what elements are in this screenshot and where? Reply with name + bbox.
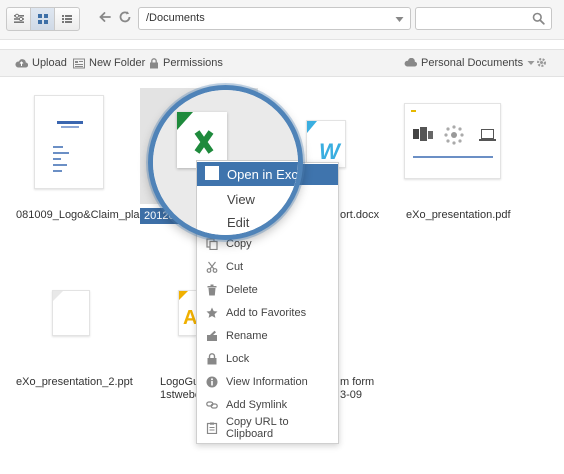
search-field[interactable] bbox=[415, 7, 552, 30]
menu-item-label: Add to Favorites bbox=[226, 306, 307, 319]
magnified-menu-label: Open in Excel bbox=[227, 167, 303, 182]
menu-item-label: Lock bbox=[226, 352, 250, 365]
magnified-menu-label: Edit bbox=[227, 215, 250, 230]
magnified-menu-label: View bbox=[227, 192, 255, 207]
new-folder-label: New Folder bbox=[89, 57, 146, 69]
file-thumbnail[interactable] bbox=[34, 95, 104, 189]
view-mode-switcher bbox=[6, 7, 80, 31]
menu-item-label: Cut bbox=[226, 260, 244, 273]
file-name-line2: 3-09 bbox=[340, 389, 363, 401]
magnifier-lens: Open in Excel View Edit bbox=[148, 85, 303, 240]
menu-item-label: Rename bbox=[226, 329, 268, 342]
clipboard-icon bbox=[206, 422, 218, 434]
file-name[interactable]: eXo_presentation_2.ppt bbox=[16, 376, 133, 388]
file-thumbnail[interactable] bbox=[404, 103, 501, 179]
rename-icon bbox=[206, 330, 218, 342]
file-name[interactable]: eXo_presentation.pdf bbox=[406, 209, 511, 221]
file-name-line1[interactable]: m form bbox=[340, 376, 374, 388]
link-icon bbox=[206, 399, 218, 411]
star-icon bbox=[206, 307, 218, 319]
menu-item-lock[interactable]: Lock bbox=[197, 348, 338, 369]
menu-item-add-to-favorites[interactable]: Add to Favorites bbox=[197, 302, 338, 323]
chevron-down-icon bbox=[395, 17, 404, 22]
menu-item-copy-url-to-clipboard[interactable]: Copy URL to Clipboard bbox=[197, 415, 338, 440]
new-folder-button[interactable]: New Folder bbox=[73, 57, 145, 69]
menu-item-rename[interactable]: Rename bbox=[197, 325, 338, 346]
menu-item-label: Copy URL to Clipboard bbox=[226, 415, 289, 440]
file-name-line1[interactable]: LogoGu bbox=[160, 376, 199, 388]
refresh-icon[interactable] bbox=[118, 10, 132, 24]
back-arrow-icon[interactable] bbox=[98, 10, 112, 24]
filter-view-button[interactable] bbox=[7, 8, 31, 30]
scissors-icon bbox=[206, 261, 218, 273]
file-thumbnail[interactable] bbox=[52, 290, 90, 336]
info-icon bbox=[206, 376, 218, 388]
drive-icon bbox=[404, 58, 417, 67]
file-thumbnail[interactable]: A bbox=[178, 290, 197, 336]
drive-selector[interactable]: Personal Documents bbox=[404, 57, 535, 69]
menu-item-label: Delete bbox=[226, 283, 258, 296]
file-name[interactable]: 081009_Logo&Claim_pla bbox=[16, 209, 140, 221]
grid-view-button[interactable] bbox=[31, 8, 55, 30]
lock-icon bbox=[206, 352, 218, 365]
folder-icon bbox=[73, 58, 85, 68]
gear-icon[interactable] bbox=[535, 56, 548, 69]
menu-item-view-information[interactable]: View Information bbox=[197, 371, 338, 392]
file-name-line2: 1stwebc bbox=[160, 389, 201, 401]
list-icon bbox=[62, 15, 72, 23]
search-icon[interactable] bbox=[532, 12, 545, 25]
file-name[interactable]: ort.docx bbox=[340, 209, 379, 221]
drive-label: Personal Documents bbox=[421, 57, 524, 69]
list-view-button[interactable] bbox=[55, 8, 79, 30]
filter-icon bbox=[13, 13, 24, 23]
upload-button[interactable]: Upload bbox=[15, 57, 67, 69]
action-bar: Upload New Folder Permissions Personal D… bbox=[0, 49, 564, 77]
permissions-button[interactable]: Permissions bbox=[149, 57, 223, 69]
path-field[interactable]: /Documents bbox=[138, 7, 411, 30]
file-thumbnail[interactable]: W bbox=[306, 120, 346, 168]
trash-icon bbox=[206, 284, 218, 296]
menu-item-add-symlink[interactable]: Add Symlink bbox=[197, 394, 338, 415]
upload-label: Upload bbox=[32, 57, 67, 69]
grid-icon bbox=[37, 14, 48, 24]
top-toolbar: /Documents bbox=[0, 0, 564, 40]
menu-item-label: View Information bbox=[226, 375, 308, 388]
menu-item-label: Add Symlink bbox=[226, 398, 288, 411]
search-input[interactable] bbox=[416, 8, 526, 29]
upload-icon bbox=[15, 58, 28, 68]
permissions-label: Permissions bbox=[163, 57, 223, 69]
menu-item-delete[interactable]: Delete bbox=[197, 279, 338, 300]
network-icon bbox=[444, 125, 464, 145]
lock-icon bbox=[150, 57, 158, 68]
chevron-down-icon bbox=[527, 61, 535, 65]
path-text: /Documents bbox=[146, 12, 205, 24]
menu-item-cut[interactable]: Cut bbox=[197, 256, 338, 277]
svg-text:W: W bbox=[319, 139, 342, 164]
